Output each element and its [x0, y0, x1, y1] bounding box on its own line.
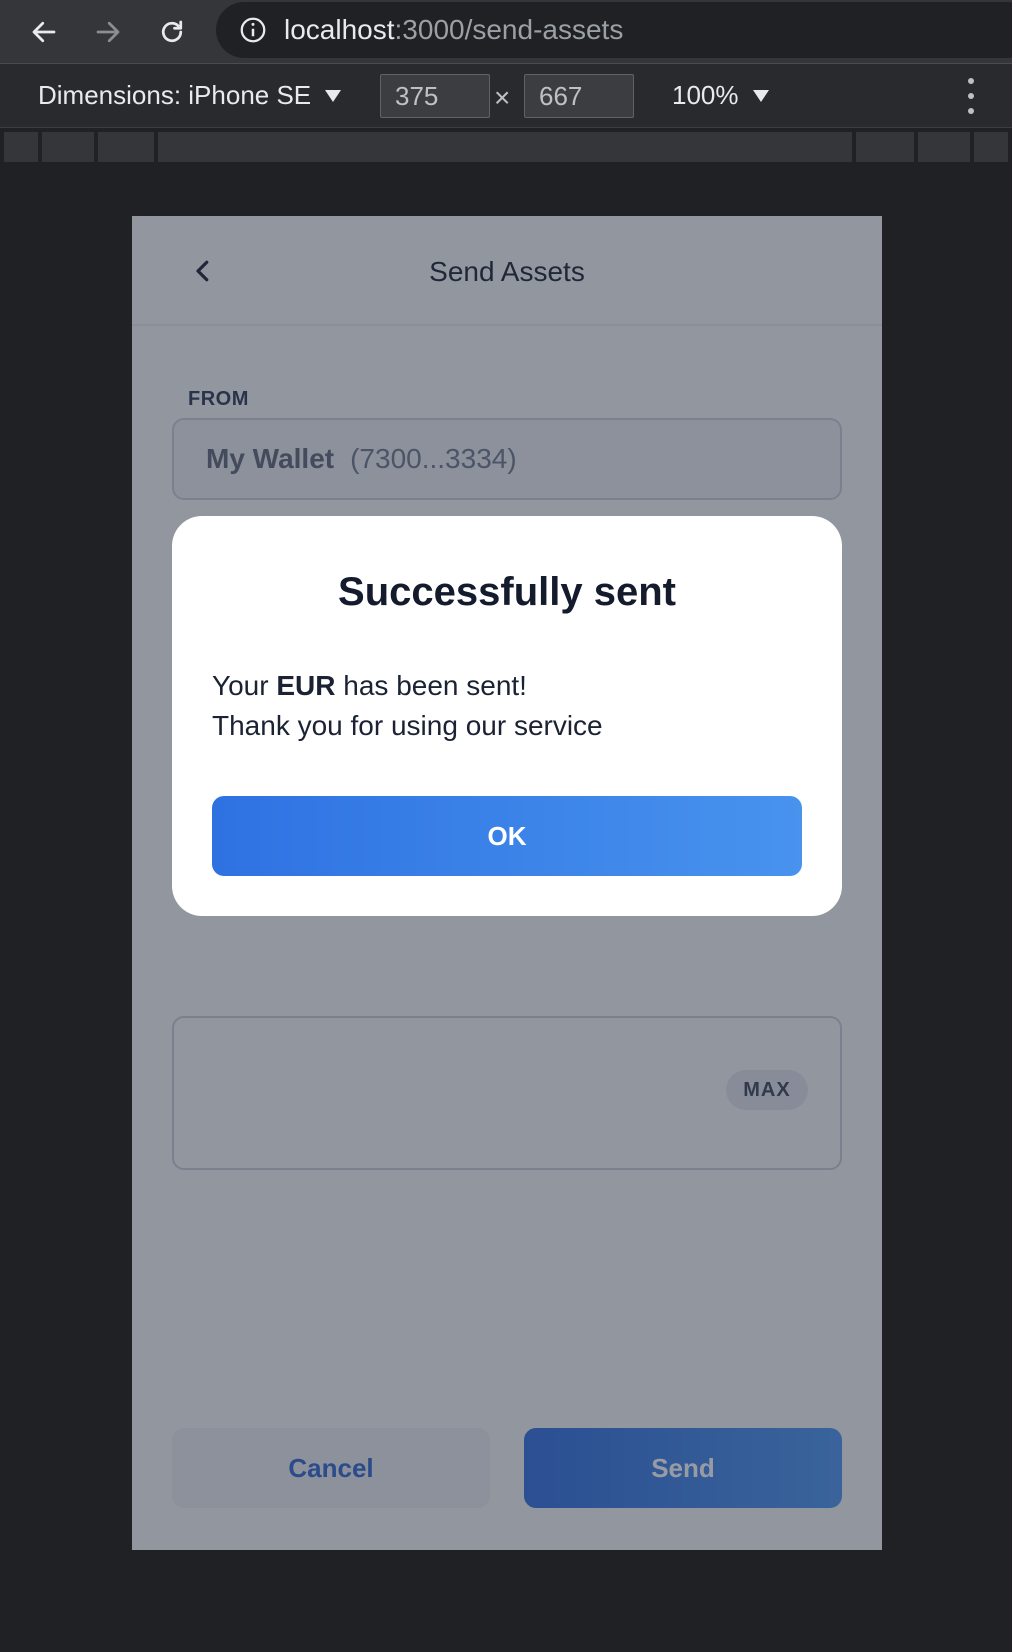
device-toolbar: Dimensions: iPhone SE 375 × 667 100%	[0, 64, 1012, 128]
message-prefix: Your	[212, 670, 277, 701]
back-icon[interactable]	[22, 10, 66, 54]
height-input[interactable]: 667	[524, 74, 634, 118]
message-suffix: has been sent!	[335, 670, 527, 701]
media-query-segment[interactable]	[4, 132, 38, 162]
device-viewport: Send Assets FROM My Wallet (7300...3334)…	[132, 216, 882, 1550]
address-bar[interactable]: localhost:3000/send-assets	[216, 2, 1012, 58]
kebab-menu-icon[interactable]	[966, 78, 976, 114]
caret-down-icon	[325, 89, 342, 102]
message-currency: EUR	[276, 670, 336, 701]
media-query-segment[interactable]	[918, 132, 970, 162]
modal-message: Your EUR has been sent! Thank you for us…	[212, 666, 603, 746]
browser-toolbar: localhost:3000/send-assets	[0, 0, 1012, 64]
width-input[interactable]: 375	[380, 74, 490, 118]
success-modal: Successfully sent Your EUR has been sent…	[172, 516, 842, 916]
url-path: :3000/send-assets	[394, 14, 624, 45]
url-host: localhost	[284, 14, 395, 45]
reload-icon[interactable]	[150, 10, 194, 54]
media-query-segment[interactable]	[98, 132, 154, 162]
media-query-segment[interactable]	[974, 132, 1008, 162]
media-query-segment[interactable]	[42, 132, 94, 162]
media-query-bar	[0, 128, 1012, 166]
device-label: Dimensions: iPhone SE	[38, 80, 312, 110]
times-sign: ×	[494, 82, 511, 113]
zoom-select[interactable]: 100%	[672, 80, 769, 111]
forward-icon[interactable]	[86, 10, 130, 54]
media-query-segment[interactable]	[856, 132, 914, 162]
message-thanks: Thank you for using our service	[212, 710, 603, 741]
caret-down-icon	[752, 89, 769, 102]
media-query-segment[interactable]	[158, 132, 852, 162]
modal-title: Successfully sent	[338, 570, 676, 614]
zoom-label: 100%	[672, 80, 739, 110]
info-icon[interactable]	[238, 15, 268, 45]
ok-button[interactable]: OK	[212, 796, 802, 876]
device-select[interactable]: Dimensions: iPhone SE	[38, 80, 342, 111]
